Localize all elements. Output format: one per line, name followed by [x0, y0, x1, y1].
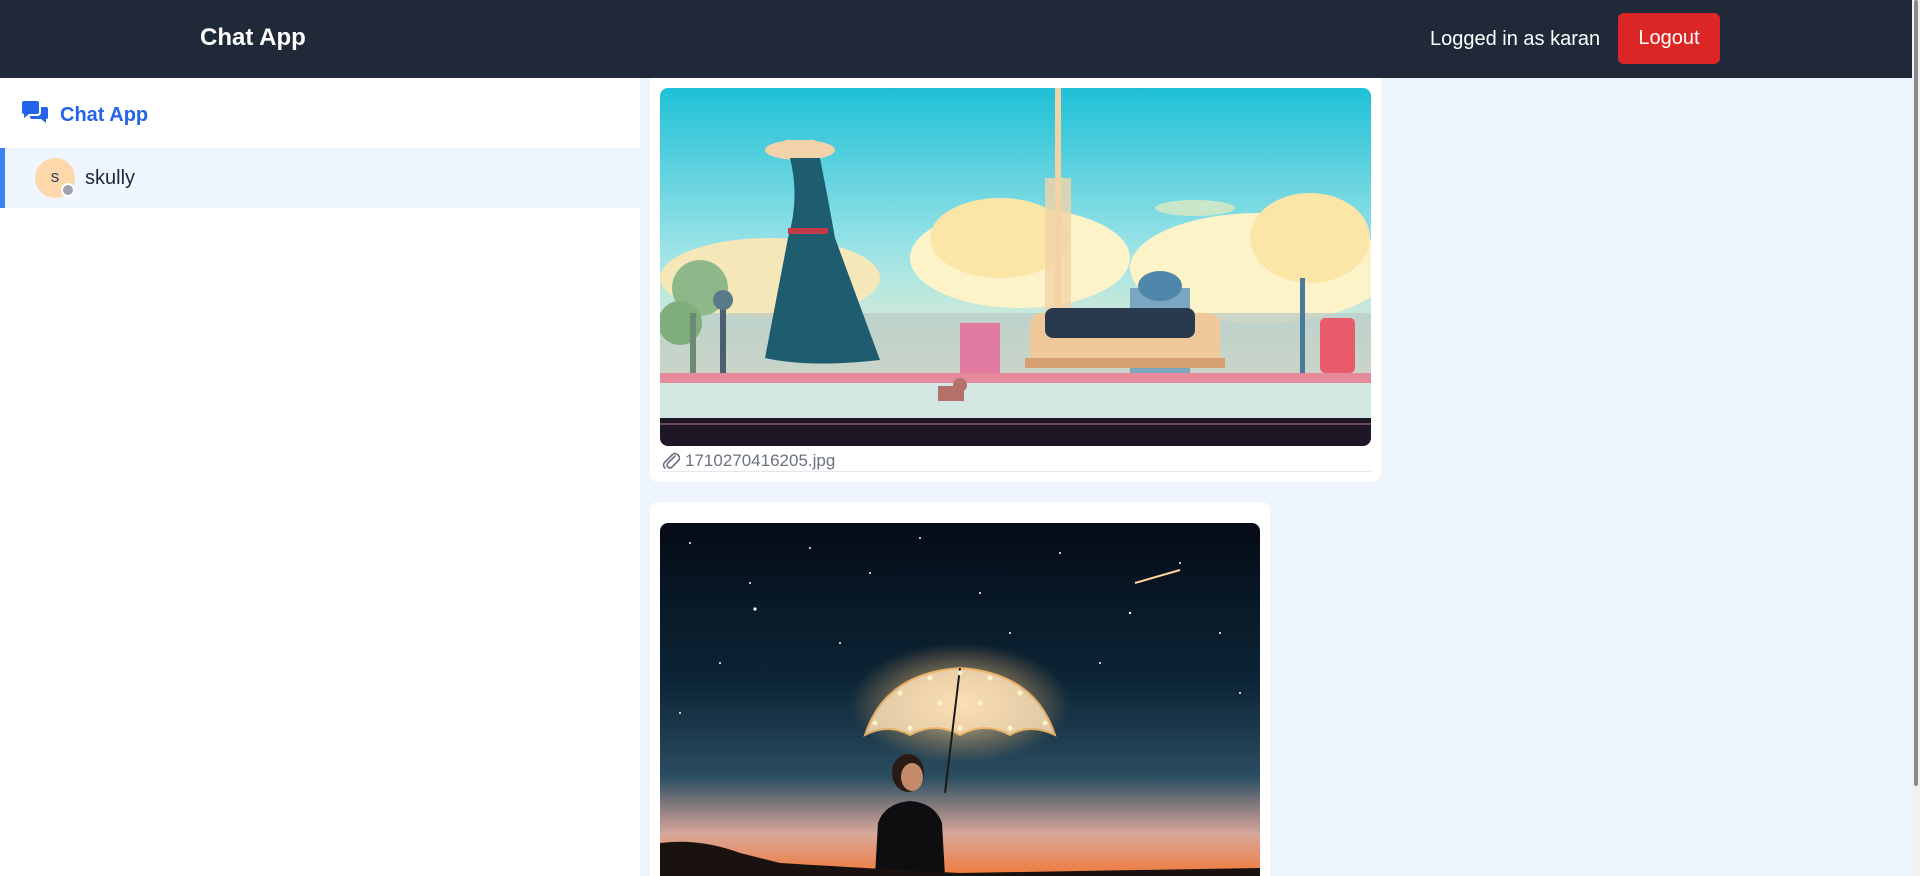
pixel-art-city-image [660, 88, 1371, 446]
message-image[interactable] [660, 523, 1260, 876]
contact-item-skully[interactable]: s skully [0, 148, 640, 208]
status-indicator [61, 183, 75, 197]
contact-name: skully [85, 167, 136, 189]
logged-in-user-label: Logged in as karan [1430, 28, 1601, 50]
logout-button[interactable]: Logout [1618, 13, 1720, 64]
chat-bubbles-icon [22, 101, 48, 123]
sidebar-title: Chat App [60, 104, 149, 126]
top-navbar: Chat App Logged in as karan Logout [0, 0, 1920, 78]
umbrella-night-image [660, 523, 1260, 876]
attachment-link[interactable]: 1710270416205.jpg [662, 450, 1371, 472]
sidebar: Chat App s skully [0, 78, 640, 876]
scrollbar-thumb[interactable] [1914, 0, 1918, 786]
message-image[interactable] [660, 88, 1371, 446]
sidebar-header: Chat App [0, 78, 640, 148]
attachment-filename: 1710270416205.jpg [685, 451, 836, 470]
app-brand[interactable]: Chat App [200, 24, 306, 52]
paperclip-icon [662, 452, 680, 469]
